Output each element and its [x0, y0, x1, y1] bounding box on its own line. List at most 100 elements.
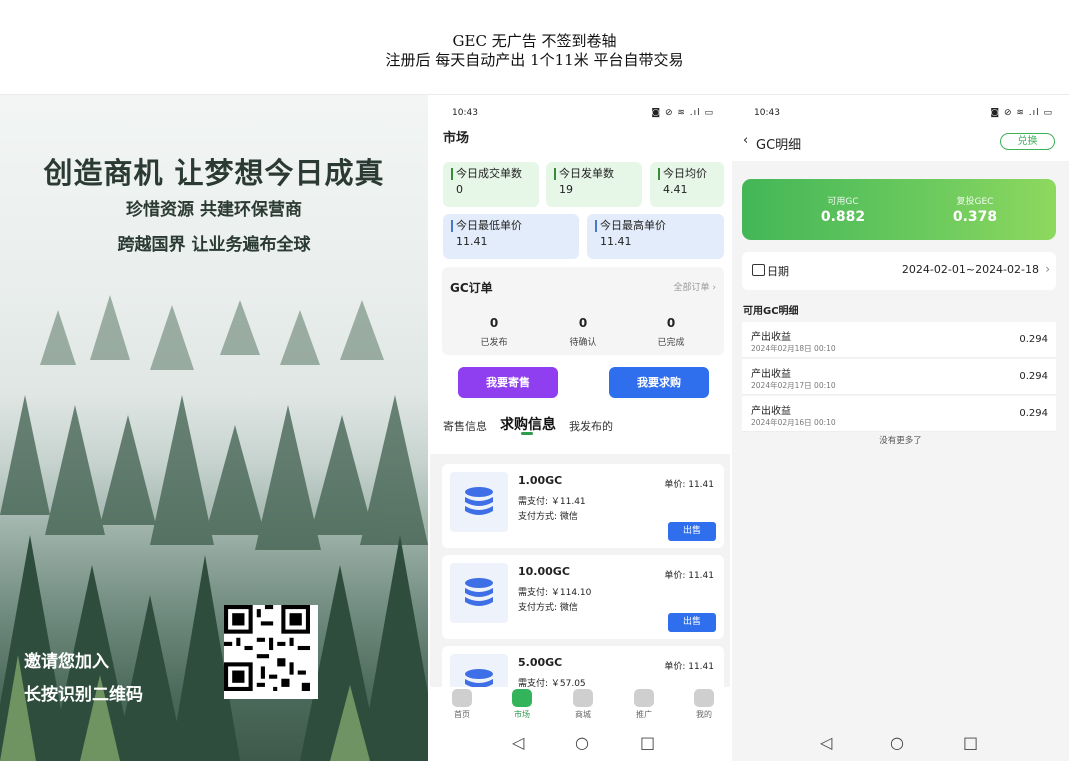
tab-label: 推广	[636, 710, 652, 719]
order-unit-price: 单价: 11.41	[664, 480, 714, 490]
stat-label: 今日均价	[658, 168, 724, 180]
tab-mall[interactable]: 商城	[563, 689, 603, 720]
tab-label: 市场	[514, 710, 530, 719]
order-method: 支付方式: 微信	[518, 512, 578, 522]
exchange-button[interactable]: 兑换	[1000, 133, 1055, 150]
tab-label: 商城	[575, 710, 591, 719]
record-row: 产出收益 2024年02月18日 00:10 0.294	[742, 322, 1056, 358]
stat-value: 4.41	[663, 183, 688, 196]
stat-value: 19	[559, 183, 573, 196]
orders-label: 已完成	[657, 338, 685, 348]
header-line-2: 注册后 每天自动产出 1个11米 平台自带交易	[385, 51, 684, 69]
mail-icon	[634, 689, 654, 707]
available-gc-value: 0.882	[820, 209, 866, 225]
tab-home[interactable]: 首页	[442, 689, 482, 720]
gc-orders-panel: GC订单 全部订单 › 0 已发布 0 待确认 0 已完成	[442, 267, 724, 355]
order-amount: 10.00GC	[518, 565, 570, 578]
tab-my-posts[interactable]: 我发布的	[569, 418, 613, 434]
nav-home-icon[interactable]: ○	[575, 733, 589, 752]
order-card[interactable]: 1.00GC 需支付: ￥11.41 支付方式: 微信 单价: 11.41 出售	[442, 464, 724, 548]
nav-back-icon[interactable]: ◁	[512, 733, 524, 752]
sell-button[interactable]: 出售	[668, 613, 716, 632]
record-value: 0.294	[1019, 334, 1048, 345]
invite-poster: 创造商机 让梦想今日成真 珍惜资源 共建环保营商 跨越国界 让业务遍布全球 邀请…	[0, 95, 428, 761]
date-filter[interactable]: 日期 2024-02-01~2024-02-18 ›	[742, 252, 1056, 290]
orders-pending[interactable]: 0 待确认	[553, 316, 613, 348]
system-nav-bar: ◁ ○ □	[430, 727, 730, 761]
available-gc-label: 可用GC	[827, 197, 859, 207]
order-list: 1.00GC 需支付: ￥11.41 支付方式: 微信 单价: 11.41 出售…	[430, 454, 730, 730]
gc-balance-card: 可用GC 0.882 复投GEC 0.378	[742, 179, 1056, 240]
record-row: 产出收益 2024年02月17日 00:10 0.294	[742, 359, 1056, 395]
record-date: 2024年02月18日 00:10	[751, 344, 836, 353]
back-chevron-icon[interactable]: ‹	[743, 133, 748, 148]
home-icon	[452, 689, 472, 707]
date-label: 日期	[767, 265, 789, 278]
status-icons: ◙ ⊘ ≋ .ıl ▭	[651, 108, 714, 118]
orders-count: 0	[578, 316, 588, 330]
tab-consign-info[interactable]: 寄售信息	[443, 418, 487, 434]
tab-promote[interactable]: 推广	[624, 689, 664, 720]
tab-label: 首页	[454, 710, 470, 719]
consign-sell-button[interactable]: 我要寄售	[458, 367, 558, 398]
record-date: 2024年02月16日 00:10	[751, 418, 836, 427]
active-tab-indicator	[521, 432, 533, 435]
request-buy-button[interactable]: 我要求购	[609, 367, 709, 398]
chevron-right-icon: ›	[1045, 262, 1050, 276]
stat-label: 今日最高单价	[595, 220, 724, 232]
stat-deals-today: 今日成交单数 0	[443, 162, 539, 207]
order-card[interactable]: 10.00GC 需支付: ￥114.10 支付方式: 微信 单价: 11.41 …	[442, 555, 724, 639]
nav-back-icon[interactable]: ◁	[820, 733, 832, 752]
scan-hint-text: 长按识别二维码	[24, 685, 143, 705]
system-nav-bar: ◁ ○ □	[732, 727, 1069, 761]
qr-code[interactable]	[224, 605, 318, 699]
status-bar: 10:43 ◙ ⊘ ≋ .ıl ▭	[430, 95, 730, 131]
stat-label: 今日最低单价	[451, 220, 579, 232]
coin-stack-icon	[450, 563, 508, 623]
record-name: 产出收益	[751, 406, 791, 417]
sell-button[interactable]: 出售	[668, 522, 716, 541]
gc-detail-screen: 10:43 ◙ ⊘ ≋ .ıl ▭ ‹ GC明细 兑换 可用GC 0.882 复…	[732, 95, 1069, 761]
tab-market[interactable]: 市场	[502, 689, 542, 720]
stat-lowest-price: 今日最低单价 11.41	[443, 214, 579, 259]
status-time: 10:43	[754, 108, 780, 118]
screenshot-canvas: GEC 无广告 不签到卷轴 注册后 每天自动产出 1个11米 平台自带交易 创造…	[0, 0, 1069, 761]
section-title: 可用GC明细	[743, 306, 799, 317]
status-bar: 10:43 ◙ ⊘ ≋ .ıl ▭	[732, 95, 1069, 131]
poster-title: 创造商机 让梦想今日成真	[43, 156, 385, 190]
date-range: 2024-02-01~2024-02-18	[901, 263, 1039, 276]
order-unit-price: 单价: 11.41	[664, 662, 714, 672]
tab-buy-info[interactable]: 求购信息	[500, 414, 556, 434]
qr-code-pattern	[224, 605, 310, 691]
orders-published[interactable]: 0 已发布	[464, 316, 524, 348]
stat-value: 11.41	[600, 235, 632, 248]
repurchase-gec-label: 复投GEC	[956, 197, 994, 207]
bottom-tab-bar: 首页 市场 商城 推广 我的	[430, 687, 730, 727]
stat-avg-price: 今日均价 4.41	[650, 162, 724, 207]
market-screen: 10:43 ◙ ⊘ ≋ .ıl ▭ 市场 今日成交单数 0 今日发单数 19 今…	[430, 95, 730, 761]
coin-stack-icon	[450, 472, 508, 532]
order-amount: 1.00GC	[518, 474, 563, 487]
status-icons: ◙ ⊘ ≋ .ıl ▭	[990, 108, 1053, 118]
orders-label: 待确认	[569, 338, 597, 348]
poster-subtitle-2: 跨越国界 让业务遍布全球	[117, 235, 311, 255]
order-unit-price: 单价: 11.41	[664, 571, 714, 581]
record-row: 产出收益 2024年02月16日 00:10 0.294	[742, 396, 1056, 432]
order-method: 支付方式: 微信	[518, 603, 578, 613]
market-tabs: 寄售信息 求购信息 我发布的	[430, 410, 730, 454]
nav-recent-icon[interactable]: □	[640, 733, 655, 752]
record-name: 产出收益	[751, 369, 791, 380]
tab-mine[interactable]: 我的	[684, 689, 724, 720]
status-time: 10:43	[452, 108, 478, 118]
nav-home-icon[interactable]: ○	[890, 733, 904, 752]
all-orders-link[interactable]: 全部订单 ›	[674, 280, 716, 293]
orders-completed[interactable]: 0 已完成	[641, 316, 701, 348]
record-date: 2024年02月17日 00:10	[751, 381, 836, 390]
stat-label: 今日发单数	[554, 168, 642, 180]
repurchase-gec-value: 0.378	[952, 209, 998, 225]
detail-header: 10:43 ◙ ⊘ ≋ .ıl ▭ ‹ GC明细 兑换	[732, 95, 1069, 161]
nav-recent-icon[interactable]: □	[963, 733, 978, 752]
invite-text: 邀请您加入	[24, 652, 109, 672]
order-pay: 需支付: ￥11.41	[518, 497, 586, 507]
stat-value: 11.41	[456, 235, 488, 248]
